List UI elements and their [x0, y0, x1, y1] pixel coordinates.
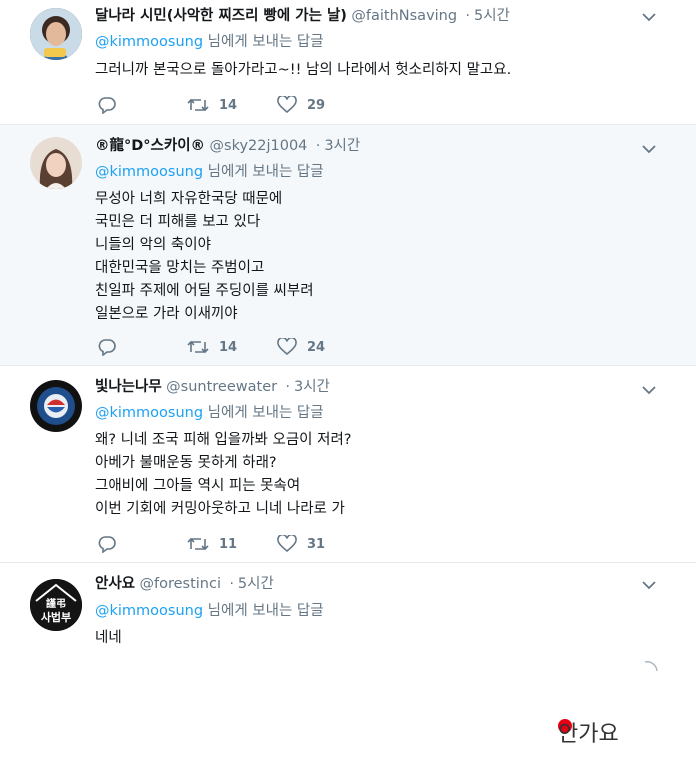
reply-button[interactable] — [97, 337, 117, 357]
avatar[interactable]: 謹弔 사법부 — [30, 579, 82, 631]
like-button[interactable]: 24 — [277, 337, 325, 357]
retweet-count: 11 — [219, 536, 238, 552]
retweet-count: 14 — [219, 339, 238, 355]
retweet-button[interactable]: 11 — [187, 534, 237, 554]
mention-link[interactable]: @kimmoosung — [95, 164, 203, 180]
tweet-line: 이번 기회에 커밍아웃하고 니네 나라로 가 — [95, 501, 345, 517]
retweet-icon — [187, 98, 209, 112]
user-handle[interactable]: @sky22j1004 — [210, 138, 308, 154]
avatar[interactable] — [30, 137, 82, 189]
display-name[interactable]: 안사요 — [95, 576, 135, 592]
tweet-text: 그러니까 본국으로 돌아가라고~!! 남의 나라에서 헛소리하지 말고요. — [95, 59, 511, 82]
tweet-text: 네네 — [95, 627, 122, 650]
avatar[interactable] — [30, 8, 82, 60]
tweet-line: 네네 — [95, 630, 122, 646]
tweet-line: 아베가 불매운동 못하게 하래? — [95, 455, 277, 471]
tweet-text: 무성아 너희 자유한국당 때문에 국민은 더 피해를 보고 있다 니들의 악의 … — [95, 188, 314, 326]
like-icon — [277, 338, 297, 356]
like-button[interactable]: 31 — [277, 534, 325, 554]
display-name[interactable]: ®龍°D°스카이® — [95, 138, 205, 154]
tweet-line: 무성아 너희 자유한국당 때문에 — [95, 191, 283, 207]
like-icon — [277, 96, 297, 114]
timestamp[interactable]: 5시간 — [238, 576, 274, 592]
reply-to-label: 님에게 보내는 답글 — [203, 603, 324, 619]
tweet-line: 왜? 니네 조국 피해 입을까봐 오금이 저려? — [95, 432, 352, 448]
user-handle[interactable]: @suntreewater — [166, 379, 277, 395]
retweet-icon — [187, 340, 209, 354]
tweet[interactable]: 빛나는나무 @suntreewater · 3시간 @kimmoosung 님에게… — [0, 366, 696, 563]
tweet-line: 일본으로 가라 이새끼야 — [95, 306, 238, 322]
avatar[interactable] — [30, 380, 82, 432]
separator-dot: · — [229, 576, 234, 592]
timestamp[interactable]: 3시간 — [324, 138, 360, 154]
reply-to-label: 님에게 보내는 답글 — [203, 34, 324, 50]
tweet[interactable]: ®龍°D°스카이® @sky22j1004 · 3시간 @kimmoosung 님… — [0, 125, 696, 366]
retweet-icon — [187, 537, 209, 551]
chevron-down-icon[interactable] — [640, 8, 658, 26]
separator-dot: · — [315, 138, 321, 154]
timestamp[interactable]: 5시간 — [474, 8, 510, 24]
tweet-line: 친일파 주제에 어딜 주딩이를 씨부려 — [95, 283, 314, 299]
tweet[interactable]: 달나라 시민(사악한 찌즈리 빵에 가는 날) @faithNsaving · 5… — [0, 0, 696, 125]
reply-to-label: 님에게 보내는 답글 — [203, 405, 324, 421]
separator-dot: · — [285, 379, 290, 395]
tweet-line: 그러니까 본국으로 돌아가라고~!! 남의 나라에서 헛소리하지 말고요. — [95, 62, 512, 78]
like-count: 29 — [307, 97, 326, 113]
mention-link[interactable]: @kimmoosung — [95, 34, 203, 50]
reply-to-label: 님에게 보내는 답글 — [203, 164, 324, 180]
avatar-text-bottom: 사법부 — [41, 610, 71, 624]
chevron-down-icon[interactable] — [640, 381, 658, 399]
like-icon — [277, 535, 297, 553]
tweet-line: 니들의 악의 축이야 — [95, 237, 211, 253]
chevron-down-icon[interactable] — [640, 576, 658, 594]
display-name[interactable]: 달나라 시민(사악한 찌즈리 빵에 가는 날) — [95, 8, 347, 24]
mention-link[interactable]: @kimmoosung — [95, 603, 203, 619]
like-count: 31 — [307, 536, 326, 552]
display-name[interactable]: 빛나는나무 — [95, 379, 162, 395]
loading-spinner-icon — [644, 661, 658, 672]
user-handle[interactable]: @forestinci — [139, 576, 221, 592]
reply-icon — [98, 536, 116, 553]
reply-button[interactable] — [97, 95, 117, 115]
separator-dot: · — [465, 8, 470, 24]
tweet-line: 그애비에 그아들 역시 피는 못속여 — [95, 478, 301, 494]
timestamp[interactable]: 3시간 — [294, 379, 330, 395]
tweet-line: 대한민국을 망치는 주범이고 — [95, 260, 265, 276]
like-button[interactable]: 29 — [277, 95, 325, 115]
reply-icon — [98, 339, 116, 356]
reply-icon — [98, 97, 116, 114]
watermark-text: 안가요 — [558, 722, 619, 747]
avatar-text-top: 謹弔 — [46, 597, 66, 610]
mention-link[interactable]: @kimmoosung — [95, 405, 203, 421]
user-handle[interactable]: @faithNsaving — [351, 8, 457, 24]
tweet-line: 국민은 더 피해를 보고 있다 — [95, 214, 261, 230]
retweet-button[interactable]: 14 — [187, 337, 237, 357]
like-count: 24 — [307, 339, 326, 355]
tweet-text: 왜? 니네 조국 피해 입을까봐 오금이 저려? 아베가 불매운동 못하게 하래… — [95, 429, 352, 521]
chevron-down-icon[interactable] — [640, 140, 658, 158]
retweet-button[interactable]: 14 — [187, 95, 237, 115]
reply-button[interactable] — [97, 534, 117, 554]
retweet-count: 14 — [219, 97, 238, 113]
